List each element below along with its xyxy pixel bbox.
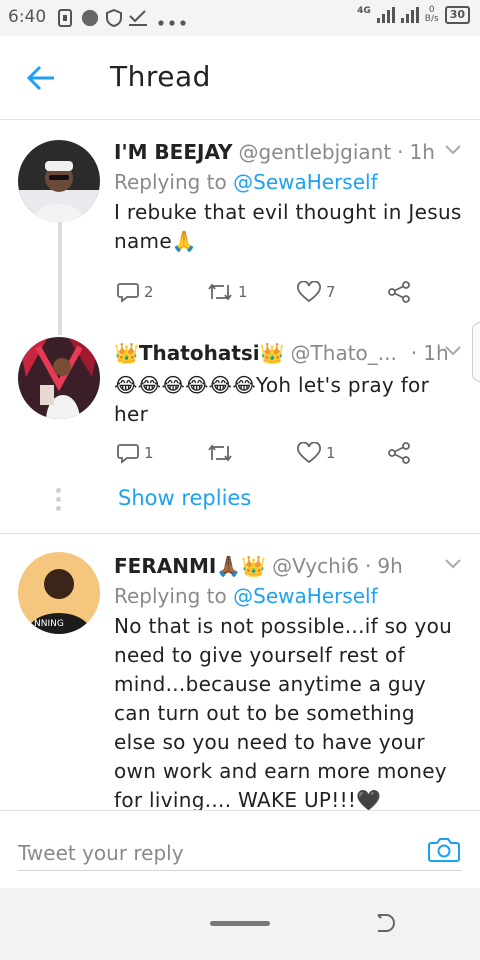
- status-time: 6:40: [8, 7, 47, 27]
- tweet-actions: 2 1 7: [116, 280, 476, 304]
- shield-icon: [106, 9, 122, 27]
- separator-dot: ·: [410, 341, 418, 365]
- share-icon: [388, 442, 410, 464]
- chevron-down-icon[interactable]: [444, 144, 462, 156]
- like-icon: [297, 281, 321, 303]
- avatar[interactable]: [18, 337, 100, 419]
- retweet-icon: [208, 283, 232, 301]
- separator-dot: ·: [397, 140, 404, 164]
- reply-icon: [117, 444, 139, 464]
- reply-button[interactable]: 1: [116, 441, 206, 465]
- replying-to: Replying to @SewaHerself: [114, 584, 378, 608]
- share-button[interactable]: [386, 280, 476, 304]
- reply-button[interactable]: 2: [116, 280, 206, 304]
- display-name[interactable]: I'M BEEJAY: [114, 140, 233, 164]
- retweet-button[interactable]: 1: [206, 280, 296, 304]
- scrollbar-handle[interactable]: [472, 322, 480, 382]
- tweet-meta: 👑Thatohatsi👑 @Thato_... · 1h: [114, 341, 462, 365]
- page-title: Thread: [110, 60, 211, 93]
- more-replies-dots: [56, 488, 62, 515]
- reply-icon: [117, 283, 139, 303]
- user-handle[interactable]: @Vychi6: [272, 554, 359, 578]
- separator-dot: ·: [365, 554, 372, 578]
- tweet-text: I rebuke that evil thought in Jesus name…: [114, 200, 462, 253]
- share-button[interactable]: [386, 441, 476, 465]
- reply-input[interactable]: [18, 835, 462, 871]
- like-count: 7: [326, 283, 336, 301]
- tweet-time: 1h: [409, 140, 435, 164]
- share-icon: [388, 281, 410, 303]
- system-nav-bar: [0, 888, 480, 960]
- status-bar: 6:40 4G 0 B/s 30: [0, 0, 480, 36]
- tweet-2[interactable]: 👑Thatohatsi👑 @Thato_... · 1h 😂😂😂😂😂😂Yoh l…: [0, 335, 480, 475]
- user-handle[interactable]: @gentlebjgiant: [239, 140, 392, 164]
- tweet-meta: I'M BEEJAY @gentlebjgiant · 1h: [114, 140, 462, 164]
- back-arrow-icon[interactable]: [26, 64, 56, 92]
- tweet-meta: FERANMI🙏🏾👑 @Vychi6 · 9h: [114, 554, 462, 578]
- like-count: 1: [326, 444, 336, 462]
- like-button[interactable]: 7: [296, 280, 386, 304]
- tweet-text: 😂😂😂😂😂😂Yoh let's pray for her: [114, 373, 430, 426]
- avatar[interactable]: NNING: [18, 552, 100, 634]
- like-button[interactable]: 1: [296, 441, 386, 465]
- mention-link[interactable]: @SewaHerself: [233, 170, 378, 194]
- signal-icon: [376, 7, 395, 23]
- check-download-icon: [129, 10, 147, 26]
- signal-icon-2: [400, 7, 419, 23]
- more-notifications-icon: [158, 20, 186, 26]
- tweet-time: 9h: [377, 554, 403, 578]
- display-name[interactable]: FERANMI🙏🏾👑: [114, 554, 266, 578]
- mention-link[interactable]: @SewaHerself: [233, 584, 378, 608]
- tweet-1[interactable]: I'M BEEJAY @gentlebjgiant · 1h Replying …: [0, 120, 480, 335]
- display-name[interactable]: 👑Thatohatsi👑: [114, 341, 285, 365]
- svg-text:NNING: NNING: [34, 619, 64, 629]
- retweet-button[interactable]: [206, 441, 296, 465]
- camera-icon[interactable]: [428, 835, 460, 863]
- app-header: Thread: [0, 36, 480, 120]
- retweet-icon: [208, 444, 232, 462]
- retweet-count: 1: [238, 283, 248, 301]
- show-replies-link[interactable]: Show replies: [118, 486, 251, 510]
- reply-count: 1: [144, 444, 154, 462]
- reply-bar: [0, 810, 480, 888]
- like-icon: [297, 442, 321, 464]
- tweet-actions: 1 1: [116, 441, 476, 465]
- sim-icon: [58, 9, 72, 27]
- avatar[interactable]: [18, 140, 100, 222]
- chevron-down-icon[interactable]: [444, 345, 462, 357]
- home-gesture-pill[interactable]: [210, 921, 270, 926]
- thread-line: [58, 220, 62, 335]
- reply-count: 2: [144, 283, 154, 301]
- network-type: 4G: [357, 6, 371, 16]
- replying-to: Replying to @SewaHerself: [114, 170, 378, 194]
- chevron-down-icon[interactable]: [444, 558, 462, 570]
- network-speed: 0 B/s: [424, 5, 439, 24]
- back-gesture-icon[interactable]: [374, 912, 396, 934]
- record-icon: [81, 9, 99, 27]
- tweet-text: No that is not possible...if so you need…: [114, 614, 453, 810]
- user-handle[interactable]: @Thato_...: [291, 341, 397, 365]
- battery-icon: 30: [444, 6, 470, 24]
- tweet-3[interactable]: NNING FERANMI🙏🏾👑 @Vychi6 · 9h Replying t…: [0, 534, 480, 810]
- status-right: 4G 0 B/s 30: [357, 6, 470, 24]
